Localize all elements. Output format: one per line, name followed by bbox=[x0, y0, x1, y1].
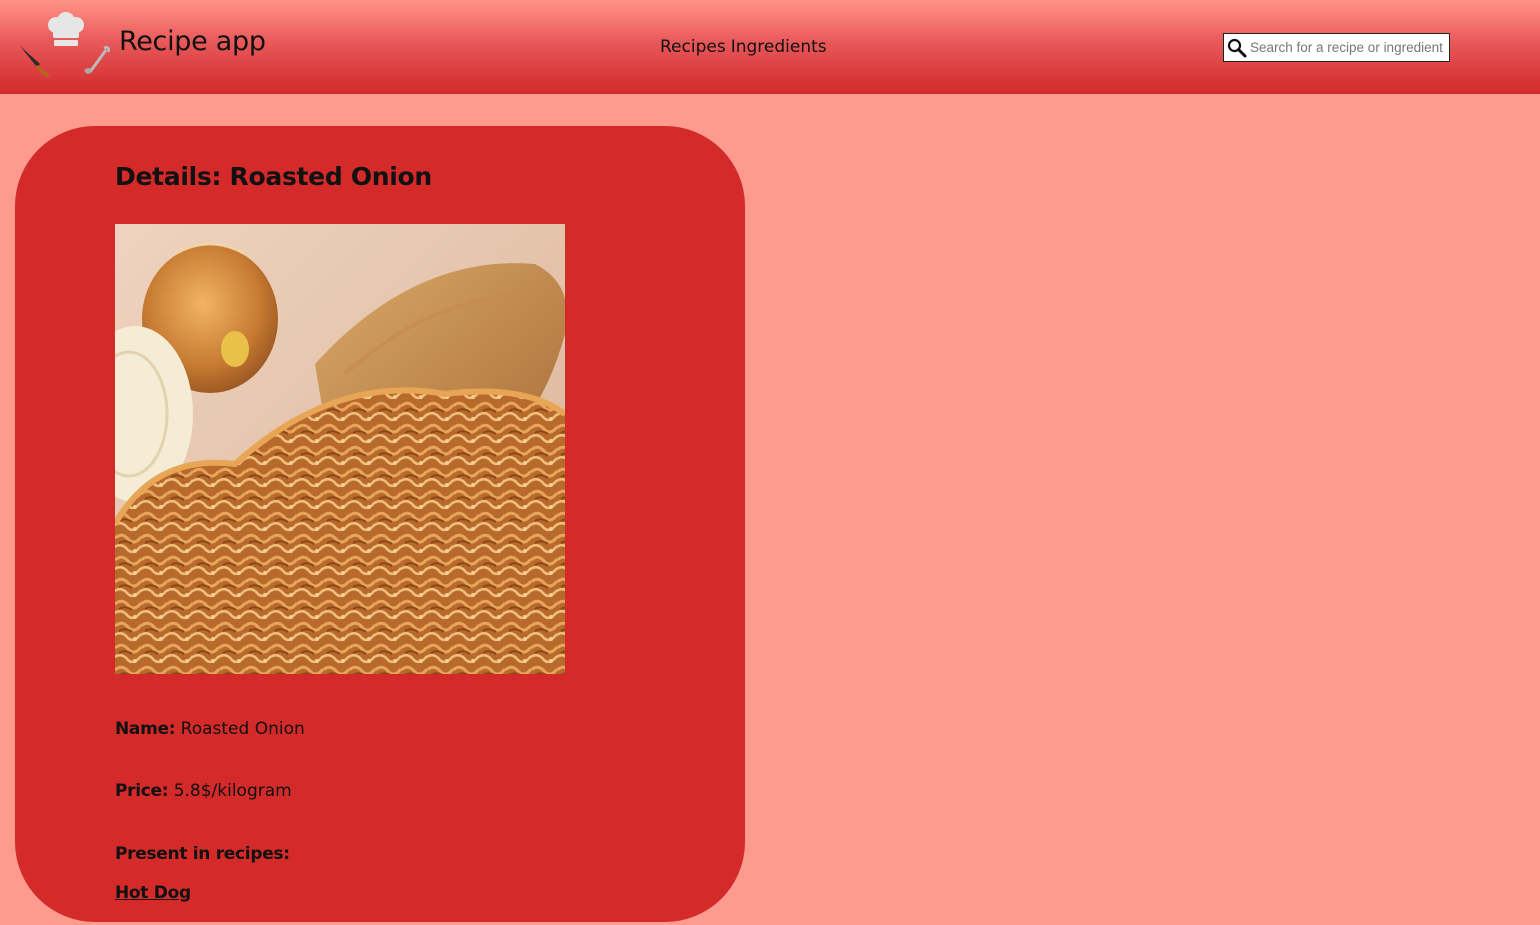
name-value: Roasted Onion bbox=[180, 719, 305, 739]
top-navigation-bar: Recipe app Recipes Ingredients bbox=[0, 0, 1540, 94]
price-label: Price: bbox=[115, 781, 169, 801]
price-value: 5.8$/kilogram bbox=[173, 781, 292, 801]
present-in-recipes-label: Present in recipes: bbox=[115, 844, 290, 864]
app-title[interactable]: Recipe app bbox=[119, 26, 266, 57]
search-bar bbox=[1223, 33, 1450, 62]
recipe-link-hot-dog[interactable]: Hot Dog bbox=[115, 883, 191, 903]
ingredient-photo bbox=[115, 224, 565, 674]
name-label: Name: bbox=[115, 719, 176, 739]
page-title: Details: Roasted Onion bbox=[115, 162, 432, 191]
main-nav: Recipes Ingredients bbox=[660, 37, 827, 57]
search-icon[interactable] bbox=[1226, 37, 1248, 59]
ingredient-price-row: Price: 5.8$/kilogram bbox=[115, 781, 292, 801]
nav-recipes-link[interactable]: Recipes bbox=[660, 37, 726, 57]
ingredient-name-row: Name: Roasted Onion bbox=[115, 719, 305, 739]
search-input[interactable] bbox=[1248, 34, 1448, 61]
nav-ingredients-link[interactable]: Ingredients bbox=[731, 37, 827, 57]
ingredient-details-card: Details: Roasted Onion Name: Roasted Oni… bbox=[15, 126, 745, 922]
app-logo-icon[interactable] bbox=[18, 8, 113, 84]
